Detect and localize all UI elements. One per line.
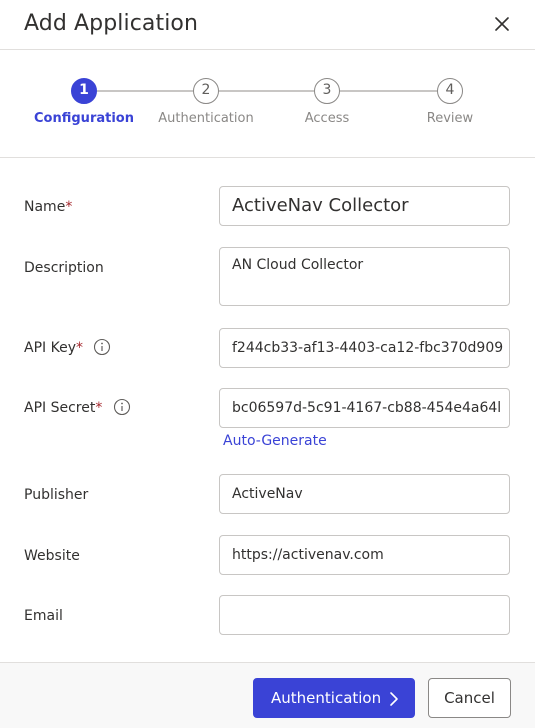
info-icon[interactable] xyxy=(113,398,131,416)
api-key-label: API Key* xyxy=(24,338,111,356)
dialog-footer: Authentication Cancel xyxy=(0,662,535,728)
auto-generate-link[interactable]: Auto-Generate xyxy=(223,433,327,449)
step-number: 2 xyxy=(193,78,219,104)
step-configuration[interactable]: 1 Configuration xyxy=(24,78,144,126)
dialog-header: Add Application xyxy=(0,0,535,50)
api-key-label-text: API Key xyxy=(24,340,76,356)
next-button-label: Authentication xyxy=(271,689,382,707)
website-label: Website xyxy=(24,548,80,564)
step-label: Review xyxy=(426,111,474,126)
email-label: Email xyxy=(24,608,63,624)
website-input[interactable]: https://activenav.com xyxy=(219,535,510,575)
description-label: Description xyxy=(24,260,104,276)
step-access[interactable]: 3 Access xyxy=(267,78,387,126)
name-label: Name* xyxy=(24,199,72,215)
email-input[interactable] xyxy=(219,595,510,635)
api-secret-label-text: API Secret xyxy=(24,400,96,416)
add-application-dialog: Add Application 1 Configuration 2 Authen… xyxy=(0,0,535,728)
step-number: 4 xyxy=(437,78,463,104)
step-label: Authentication xyxy=(158,111,254,126)
step-number: 3 xyxy=(314,78,340,104)
step-label: Configuration xyxy=(34,111,134,126)
authentication-next-button[interactable]: Authentication xyxy=(253,678,415,718)
step-review[interactable]: 4 Review xyxy=(390,78,510,126)
api-secret-label: API Secret* xyxy=(24,398,131,416)
required-mark: * xyxy=(95,400,103,416)
dialog-title: Add Application xyxy=(24,11,199,36)
cancel-button[interactable]: Cancel xyxy=(428,678,511,718)
description-textarea[interactable]: AN Cloud Collector xyxy=(219,247,510,306)
api-key-input[interactable]: f244cb33-af13-4403-ca12-fbc370d909 xyxy=(219,328,510,368)
wizard-stepper: 1 Configuration 2 Authentication 3 Acces… xyxy=(0,51,535,158)
required-mark: * xyxy=(75,340,83,356)
close-icon xyxy=(495,17,509,31)
chevron-right-icon xyxy=(390,692,398,706)
required-mark: * xyxy=(65,199,73,215)
close-button[interactable] xyxy=(488,10,516,38)
publisher-label: Publisher xyxy=(24,487,89,503)
step-number: 1 xyxy=(71,78,97,104)
step-label: Access xyxy=(304,111,350,126)
publisher-input[interactable]: ActiveNav xyxy=(219,474,510,514)
name-input[interactable]: ActiveNav Collector xyxy=(219,186,510,226)
step-authentication[interactable]: 2 Authentication xyxy=(146,78,266,126)
api-secret-input[interactable]: bc06597d-5c91-4167-cb88-454e4a64l xyxy=(219,388,510,428)
info-icon[interactable] xyxy=(93,338,111,356)
name-label-text: Name xyxy=(24,199,66,215)
